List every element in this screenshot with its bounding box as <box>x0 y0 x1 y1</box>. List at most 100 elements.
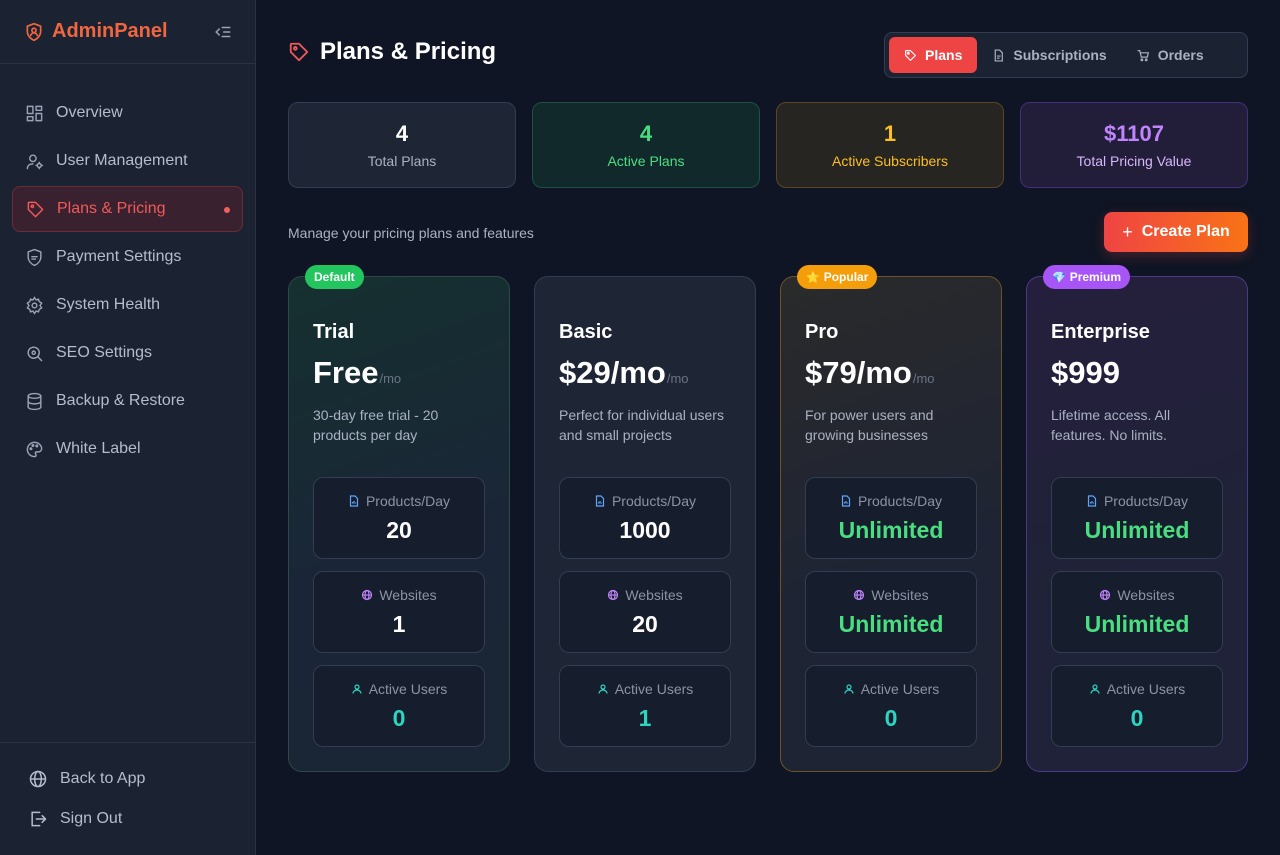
feature-label: Active Users <box>1089 680 1186 697</box>
stat-label: Active Subscribers <box>832 153 948 169</box>
badge-label: Popular <box>823 270 869 284</box>
document-chart-icon <box>841 494 851 507</box>
back-to-app-link[interactable]: Back to App <box>0 759 255 799</box>
feature-label-text: Websites <box>625 586 683 603</box>
feature-label: Products/Day <box>840 493 942 509</box>
document-icon <box>995 48 1004 62</box>
globe-icon <box>362 589 373 600</box>
plan-price: Free /mo <box>313 355 401 391</box>
feature-label-text: Products/Day <box>365 492 451 509</box>
feature-label: Websites <box>361 587 437 603</box>
feature-label-text: Products/Day <box>611 492 697 509</box>
document-chart-icon <box>349 494 359 507</box>
price-amount: $29/mo <box>559 355 666 390</box>
stat-label: Active Plans <box>607 153 685 169</box>
feature-label: Websites <box>1099 586 1175 603</box>
feature-value: Unlimited <box>838 516 944 543</box>
create-plan-button[interactable]: + Create Plan <box>1104 212 1248 252</box>
feature-value: Unlimited <box>1084 610 1190 637</box>
create-plan-label: Create Plan <box>1141 223 1230 240</box>
page-header: Plans & Pricing <box>288 38 496 66</box>
feature-value: 1 <box>638 704 652 731</box>
feature-label: Websites <box>607 586 683 603</box>
feature-products-per-day: Products/Day Unlimited <box>1051 477 1223 559</box>
stat-value: 4 <box>395 121 409 146</box>
feature-value: 0 <box>392 704 406 731</box>
stat-total-pricing-value: $1107 Total Pricing Value <box>1020 102 1248 188</box>
feature-active-users: Active Users 0 <box>1051 665 1223 747</box>
stat-value: $1107 <box>1104 121 1164 146</box>
plan-card-trial[interactable]: Default Trial Free /mo 30-day free trial… <box>288 265 510 772</box>
feature-label-text: Active Users <box>860 680 940 697</box>
feature-label: Products/Day <box>1086 493 1188 509</box>
plan-card-basic[interactable]: Basic $29/mo /mo Perfect for individual … <box>534 276 756 772</box>
sign-out-label: Sign Out <box>60 810 123 827</box>
gear-icon <box>26 295 43 315</box>
stat-total-plans: 4 Total Plans <box>288 102 516 188</box>
feature-label-text: Active Users <box>1106 680 1186 697</box>
plan-name: Pro <box>805 321 839 343</box>
sidebar-item-white-label[interactable]: White Label <box>12 426 243 472</box>
sidebar-footer: Back to App Sign Out <box>0 742 255 855</box>
feature-active-users: Active Users 1 <box>559 665 731 747</box>
feature-active-users: Active Users 0 <box>805 665 977 747</box>
plan-card-enterprise[interactable]: 💎 Premium Enterprise $999 Lifetime access… <box>1026 265 1248 772</box>
stat-label: Total Pricing Value <box>1076 153 1192 169</box>
sidebar: AdminPanel Overview User Management Plan… <box>0 0 256 855</box>
feature-label: Products/Day <box>594 493 696 509</box>
plan-price: $999 <box>1051 355 1120 391</box>
tab-orders[interactable]: Orders <box>1122 37 1219 73</box>
plan-badge: Default <box>305 265 364 289</box>
sidebar-item-label: Payment Settings <box>56 248 182 265</box>
plan-badge: ⭐ Popular <box>797 265 878 289</box>
sidebar-item-label: SEO Settings <box>56 344 153 361</box>
sidebar-item-label: Plans & Pricing <box>57 200 166 217</box>
feature-label-text: Products/Day <box>1103 492 1189 509</box>
feature-label-text: Websites <box>1117 586 1175 603</box>
user-icon <box>598 683 608 694</box>
tab-plans[interactable]: Plans <box>889 37 978 73</box>
document-chart-icon <box>1087 494 1097 507</box>
globe-icon <box>1100 589 1111 600</box>
feature-value: Unlimited <box>1084 516 1190 543</box>
plan-card-pro[interactable]: ⭐ Popular Pro $79/mo /mo For power users … <box>780 265 1002 772</box>
collapse-sidebar-icon[interactable] <box>214 23 232 41</box>
document-chart-icon <box>595 494 605 507</box>
sidebar-item-label: User Management <box>56 152 188 169</box>
sidebar-item-seo-settings[interactable]: SEO Settings <box>12 330 243 376</box>
sidebar-item-user-management[interactable]: User Management <box>12 138 243 184</box>
plan-description: Lifetime access. All features. No limits… <box>1051 407 1171 443</box>
feature-label-text: Websites <box>871 586 929 603</box>
search-icon <box>27 345 43 361</box>
feature-label: Active Users <box>843 680 940 697</box>
user-gear-icon <box>26 153 44 169</box>
sidebar-item-plans-pricing[interactable]: Plans & Pricing <box>12 186 243 232</box>
sign-out-button[interactable]: Sign Out <box>0 799 255 839</box>
feature-value: Unlimited <box>838 610 944 637</box>
shield-logo-icon <box>26 22 42 41</box>
palette-icon <box>26 441 43 457</box>
back-to-app-label: Back to App <box>60 770 146 787</box>
tag-icon <box>905 49 916 61</box>
sidebar-item-label: White Label <box>56 440 141 457</box>
feature-label-text: Products/Day <box>857 492 943 509</box>
stat-active-subscribers: 1 Active Subscribers <box>776 102 1004 188</box>
plan-name: Enterprise <box>1051 321 1150 343</box>
dashboard-icon <box>26 105 43 121</box>
tag-icon <box>289 42 309 62</box>
page-subtitle: Manage your pricing plans and features <box>288 225 534 241</box>
badge-label: Premium <box>1069 270 1122 284</box>
tab-label: Plans <box>925 47 963 63</box>
tab-subscriptions[interactable]: Subscriptions <box>977 37 1121 73</box>
shield-icon <box>27 248 42 266</box>
active-indicator-dot <box>224 207 230 213</box>
sidebar-item-backup-restore[interactable]: Backup & Restore <box>12 378 243 424</box>
sidebar-item-overview[interactable]: Overview <box>12 90 243 136</box>
user-icon <box>1090 683 1100 694</box>
brand-header: AdminPanel <box>0 0 255 64</box>
sidebar-item-system-health[interactable]: System Health <box>12 282 243 328</box>
stats-row: 4 Total Plans 4 Active Plans 1 Active Su… <box>288 102 1248 188</box>
sidebar-item-payment-settings[interactable]: Payment Settings <box>12 234 243 280</box>
stat-label: Total Plans <box>367 153 437 169</box>
feature-label: Active Users <box>351 681 447 697</box>
